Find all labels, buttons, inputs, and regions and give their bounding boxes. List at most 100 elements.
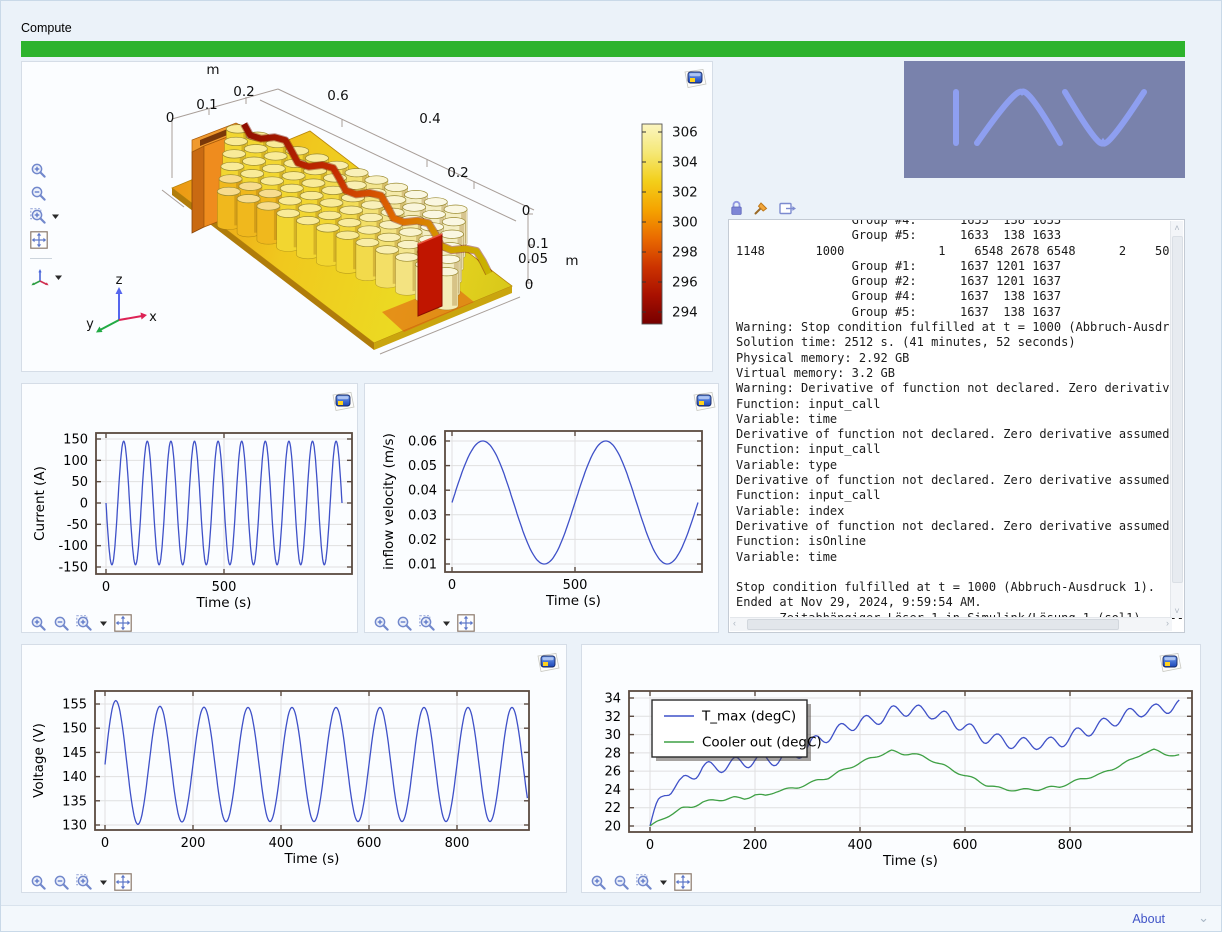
dropdown-caret-icon[interactable] [442, 619, 451, 628]
snapshot-image-icon[interactable] [1158, 653, 1182, 673]
clear-log-brush-icon[interactable] [753, 199, 770, 216]
zoom-out-icon[interactable] [53, 874, 70, 891]
dropdown-caret-icon[interactable] [99, 878, 108, 887]
zoom-box-icon[interactable] [76, 615, 93, 632]
snapshot-icon[interactable] [536, 653, 560, 673]
snapshot-icon[interactable] [683, 69, 707, 89]
svg-text:Cooler out (degC): Cooler out (degC) [702, 735, 822, 751]
zoom-extents-icon[interactable] [674, 873, 692, 891]
svg-text:0: 0 [166, 110, 175, 126]
graphics-toolbar-3d [30, 162, 63, 286]
zoom-in-icon[interactable] [590, 874, 607, 891]
svg-text:Time (s): Time (s) [545, 593, 601, 609]
open-log-icon[interactable] [779, 200, 797, 216]
zoom-box-icon[interactable] [30, 208, 47, 225]
temperature-chart[interactable]: 20222426283032340200400600800Time (s)T_m… [582, 645, 1200, 892]
voltage-chart[interactable]: 1301351401451501550200400600800Time (s)V… [22, 645, 566, 892]
dropdown-caret-icon[interactable] [99, 619, 108, 628]
log-vertical-scrollbar[interactable]: ˄ ˅ [1170, 221, 1183, 618]
log-toolbar [729, 199, 797, 216]
svg-text:26: 26 [604, 765, 621, 780]
svg-text:y: y [86, 317, 94, 332]
svg-text:0.2: 0.2 [447, 165, 468, 181]
svg-text:0: 0 [101, 836, 109, 851]
log-text: Group #4: 1633 138 1633 Group #5: 1633 1… [729, 219, 1184, 626]
svg-text:x: x [149, 310, 157, 325]
iav-logo-graphic [904, 61, 1185, 178]
svg-text:500: 500 [212, 580, 237, 595]
svg-text:200: 200 [181, 836, 206, 851]
zoom-in-icon[interactable] [30, 615, 47, 632]
current-plot-panel: -150-100-500501001500500Time (s)Current … [21, 383, 358, 633]
svg-text:298: 298 [672, 245, 698, 261]
zoom-extents-icon[interactable] [30, 231, 48, 249]
snapshot-image-icon[interactable] [683, 69, 707, 89]
dropdown-caret-icon[interactable] [659, 878, 668, 887]
svg-text:Time (s): Time (s) [284, 851, 340, 867]
scroll-down-icon[interactable]: ˅ [1172, 606, 1182, 616]
chevron-down-icon[interactable]: ⌄ [1198, 910, 1209, 926]
svg-text:-100: -100 [58, 539, 88, 554]
zoom-in-icon[interactable] [373, 615, 390, 632]
snapshot-image-icon[interactable] [536, 653, 560, 673]
scrollbar-thumb[interactable] [1172, 236, 1183, 583]
voltage-plot-panel: 1301351401451501550200400600800Time (s)V… [21, 644, 567, 893]
svg-text:140: 140 [62, 770, 87, 785]
zoom-extents-icon[interactable] [457, 614, 475, 632]
scrollbar-thumb[interactable] [747, 619, 1119, 630]
temperature-plot-panel: 20222426283032340200400600800Time (s)T_m… [581, 644, 1201, 893]
log-horizontal-scrollbar[interactable]: ‹ › [730, 617, 1172, 631]
zoom-box-icon[interactable] [636, 874, 653, 891]
svg-text:20: 20 [604, 820, 621, 835]
scroll-up-icon[interactable]: ˄ [1172, 223, 1182, 233]
svg-text:T_max (degC): T_max (degC) [701, 709, 796, 725]
svg-text:Current (A): Current (A) [32, 466, 48, 541]
svg-text:28: 28 [604, 746, 621, 761]
graphics-3d-panel: m00.10.20.60.40.200.10.05m0zyx3063043023… [21, 61, 713, 372]
inflow-velocity-chart[interactable]: 0.010.020.030.040.050.060500Time (s)infl… [365, 384, 718, 632]
snapshot-icon[interactable] [1158, 653, 1182, 673]
zoom-out-icon[interactable] [30, 185, 47, 202]
svg-text:0: 0 [646, 838, 654, 853]
zoom-in-icon[interactable] [30, 874, 47, 891]
svg-text:0.1: 0.1 [527, 236, 548, 252]
snapshot-image-icon[interactable] [692, 392, 716, 412]
scroll-right-icon[interactable]: › [1166, 618, 1169, 628]
current-chart[interactable]: -150-100-500501001500500Time (s)Current … [22, 384, 357, 632]
svg-text:150: 150 [62, 722, 87, 737]
log-output-area[interactable]: Group #4: 1633 138 1633 Group #5: 1633 1… [728, 219, 1185, 633]
svg-text:304: 304 [672, 155, 698, 171]
snapshot-icon[interactable] [692, 392, 716, 412]
snapshot-icon[interactable] [331, 392, 355, 412]
svg-text:600: 600 [953, 838, 978, 853]
3d-battery-pack-plot[interactable]: m00.10.20.60.40.200.10.05m0zyx3063043023… [22, 62, 712, 371]
zoom-extents-icon[interactable] [114, 873, 132, 891]
svg-text:0: 0 [448, 578, 456, 593]
svg-text:m: m [565, 253, 578, 269]
zoom-out-icon[interactable] [53, 615, 70, 632]
svg-text:0: 0 [525, 277, 534, 293]
default-3d-view-icon[interactable] [30, 268, 50, 286]
svg-text:0.06: 0.06 [408, 435, 437, 450]
svg-text:-150: -150 [58, 561, 88, 576]
svg-text:0.2: 0.2 [233, 84, 254, 100]
zoom-extents-icon[interactable] [114, 614, 132, 632]
svg-text:0.03: 0.03 [408, 508, 437, 523]
zoom-out-icon[interactable] [396, 615, 413, 632]
about-link[interactable]: About [1132, 912, 1165, 926]
svg-text:z: z [116, 273, 123, 288]
snapshot-image-icon[interactable] [331, 392, 355, 412]
lock-icon[interactable] [729, 199, 744, 216]
zoom-box-icon[interactable] [419, 615, 436, 632]
svg-text:800: 800 [445, 836, 470, 851]
dropdown-caret-icon[interactable] [51, 212, 60, 221]
zoom-in-icon[interactable] [30, 162, 47, 179]
zoom-box-icon[interactable] [76, 874, 93, 891]
zoom-out-icon[interactable] [613, 874, 630, 891]
scroll-left-icon[interactable]: ‹ [733, 618, 736, 628]
progress-fill [21, 41, 1185, 57]
dropdown-caret-icon[interactable] [54, 273, 63, 282]
svg-text:0: 0 [102, 580, 110, 595]
compute-button[interactable]: Compute [21, 21, 72, 35]
svg-text:302: 302 [672, 185, 698, 201]
